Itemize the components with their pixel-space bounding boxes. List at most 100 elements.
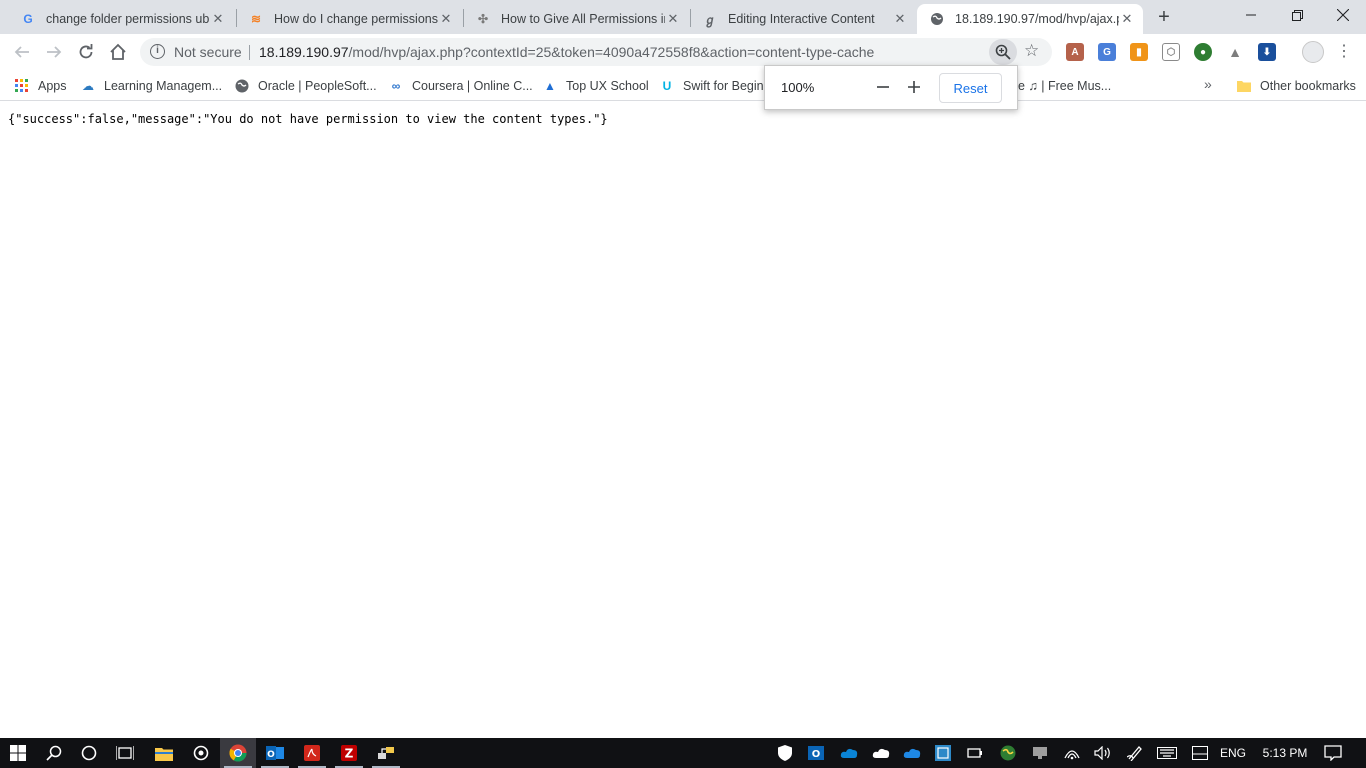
info-icon[interactable]: i [150, 44, 165, 59]
drive-extension-icon[interactable]: ▲ [1226, 43, 1244, 61]
bookmark-oracle-peoplesoft[interactable]: Oracle | PeopleSoft... [234, 76, 377, 96]
vpn-globe-icon[interactable] [997, 738, 1019, 768]
keyboard-icon[interactable] [1155, 738, 1179, 768]
tab-strip: G change folder permissions ubuntu ✕ ≋ H… [0, 0, 1366, 34]
coursera-icon: ∞ [391, 79, 401, 93]
translate-extension-icon[interactable]: G [1098, 43, 1116, 61]
close-icon[interactable]: ✕ [892, 11, 908, 27]
home-button[interactable] [106, 40, 130, 64]
tab-title: How do I change permissions for [274, 12, 438, 26]
file-explorer-icon[interactable] [146, 738, 182, 768]
close-window-button[interactable] [1320, 0, 1366, 30]
bookmark-label: Other bookmarks [1260, 79, 1356, 93]
display-icon[interactable] [1029, 738, 1051, 768]
outlook-tray-icon[interactable]: O [806, 738, 826, 768]
new-tab-button[interactable]: + [1152, 6, 1176, 28]
outlook-icon[interactable]: O [257, 738, 293, 768]
bookmark-label: Apps [38, 79, 67, 93]
site-icon: ✣ [477, 12, 489, 26]
windows-taskbar: O Z O ENG 5:13 PM [0, 738, 1366, 768]
wifi-icon[interactable] [1062, 738, 1082, 768]
download-extension-icon[interactable]: ⬇ [1258, 43, 1276, 61]
page-content: {"success":false,"message":"You do not h… [0, 102, 1366, 738]
camera-app-icon[interactable] [183, 738, 219, 768]
input-switch-icon[interactable] [1190, 738, 1210, 768]
reload-button[interactable] [74, 40, 98, 64]
network-tool-icon[interactable] [368, 738, 404, 768]
windows-defender-icon[interactable] [775, 738, 795, 768]
tab-editing-interactive-content[interactable]: ℊ Editing Interactive Content ✕ [690, 4, 916, 34]
bookmark-label: Swift for Beginners [683, 79, 763, 93]
zoom-level: 100% [781, 80, 815, 95]
bookmarks-bar: Apps ☁ Learning Managem... Oracle | Peop… [0, 70, 1366, 101]
onedrive-business-icon[interactable] [901, 738, 923, 768]
filezilla-icon[interactable]: Z [331, 738, 367, 768]
restore-button[interactable] [1274, 0, 1320, 30]
tab-permissions-article[interactable]: ✣ How to Give All Permissions in ✕ [463, 4, 689, 34]
close-icon[interactable]: ✕ [665, 11, 681, 27]
bookmark-apps[interactable]: Apps [14, 76, 67, 96]
security-label[interactable]: Not secure [174, 44, 242, 60]
tab-google-search[interactable]: G change folder permissions ubuntu ✕ [8, 4, 234, 34]
language-indicator[interactable]: ENG [1218, 738, 1248, 768]
network-monitor-icon[interactable] [933, 738, 953, 768]
address-bar[interactable]: i Not secure 18.189.190.97/mod/hvp/ajax.… [140, 38, 1052, 66]
onedrive-personal-icon[interactable] [870, 738, 892, 768]
bookmark-coursera[interactable]: ∞ Coursera | Online C... [388, 76, 533, 96]
bookmark-label: Oracle | PeopleSoft... [258, 79, 377, 93]
bookmark-top-ux-school[interactable]: ▲ Top UX School [542, 76, 649, 96]
zoom-in-button[interactable] [902, 75, 926, 99]
bookmark-learning-management[interactable]: ☁ Learning Managem... [80, 76, 222, 96]
analytics-extension-icon[interactable]: ▮ [1130, 43, 1148, 61]
bookmark-free-music[interactable]: e ♫ | Free Mus... [1018, 76, 1111, 96]
acrobat-icon[interactable] [294, 738, 330, 768]
globe-extension-icon[interactable]: ● [1194, 43, 1212, 61]
apps-grid-icon [14, 78, 30, 94]
tab-stackoverflow[interactable]: ≋ How do I change permissions for ✕ [236, 4, 462, 34]
back-button[interactable] [10, 40, 34, 64]
close-icon[interactable]: ✕ [1119, 11, 1135, 27]
tab-title: 18.189.190.97/mod/hvp/ajax.php [955, 12, 1119, 26]
acrobat-extension-icon[interactable]: A [1066, 43, 1084, 61]
close-icon[interactable]: ✕ [438, 11, 454, 27]
windows-start-icon[interactable] [0, 738, 36, 768]
tab-title: How to Give All Permissions in [501, 12, 665, 26]
bookmark-label: Coursera | Online C... [412, 79, 533, 93]
clock[interactable]: 5:13 PM [1255, 738, 1315, 768]
menu-icon[interactable]: ⋮ [1336, 41, 1352, 63]
bookmark-star-icon[interactable]: ☆ [1024, 41, 1039, 61]
minimize-button[interactable] [1228, 0, 1274, 30]
close-icon[interactable]: ✕ [210, 11, 226, 27]
forward-button[interactable] [42, 40, 66, 64]
bookmark-swift-for-beginners[interactable]: U Swift for Beginners [659, 76, 763, 96]
clock-time: 5:13 PM [1262, 746, 1308, 760]
pen-ink-icon[interactable] [1125, 738, 1145, 768]
zoom-icon[interactable] [989, 39, 1017, 65]
url-text[interactable]: 18.189.190.97/mod/hvp/ajax.php?contextId… [259, 44, 874, 60]
bookmark-label: Learning Managem... [104, 79, 223, 93]
volume-icon[interactable] [1093, 738, 1113, 768]
onedrive-icon[interactable] [838, 738, 860, 768]
udacity-icon: U [662, 79, 672, 93]
svg-text:Z: Z [345, 747, 354, 761]
notifications-icon[interactable] [1322, 738, 1344, 768]
usb-device-icon[interactable] [965, 738, 985, 768]
svg-text:O: O [267, 750, 275, 760]
cube-extension-icon[interactable]: ⬡ [1162, 43, 1180, 61]
chrome-icon[interactable] [220, 738, 256, 768]
zoom-popup: 100% Reset [764, 65, 1018, 110]
cortana-icon[interactable] [71, 738, 107, 768]
lms-icon: ☁ [82, 79, 94, 93]
task-view-icon[interactable] [107, 738, 143, 768]
zoom-reset-button[interactable]: Reset [939, 73, 1002, 103]
omnibox-divider [249, 45, 250, 60]
tab-ajax-active[interactable]: 18.189.190.97/mod/hvp/ajax.php ✕ [917, 4, 1143, 34]
bookmark-other-bookmarks[interactable]: Other bookmarks [1236, 76, 1356, 96]
search-icon[interactable] [36, 738, 72, 768]
url-host: 18.189.190.97 [259, 44, 349, 60]
profile-avatar[interactable] [1302, 41, 1324, 63]
globe-icon [929, 11, 945, 27]
zoom-out-button[interactable] [871, 75, 895, 99]
chevron-more-icon[interactable]: » [1204, 76, 1212, 92]
tab-title: change folder permissions ubuntu [46, 12, 210, 26]
